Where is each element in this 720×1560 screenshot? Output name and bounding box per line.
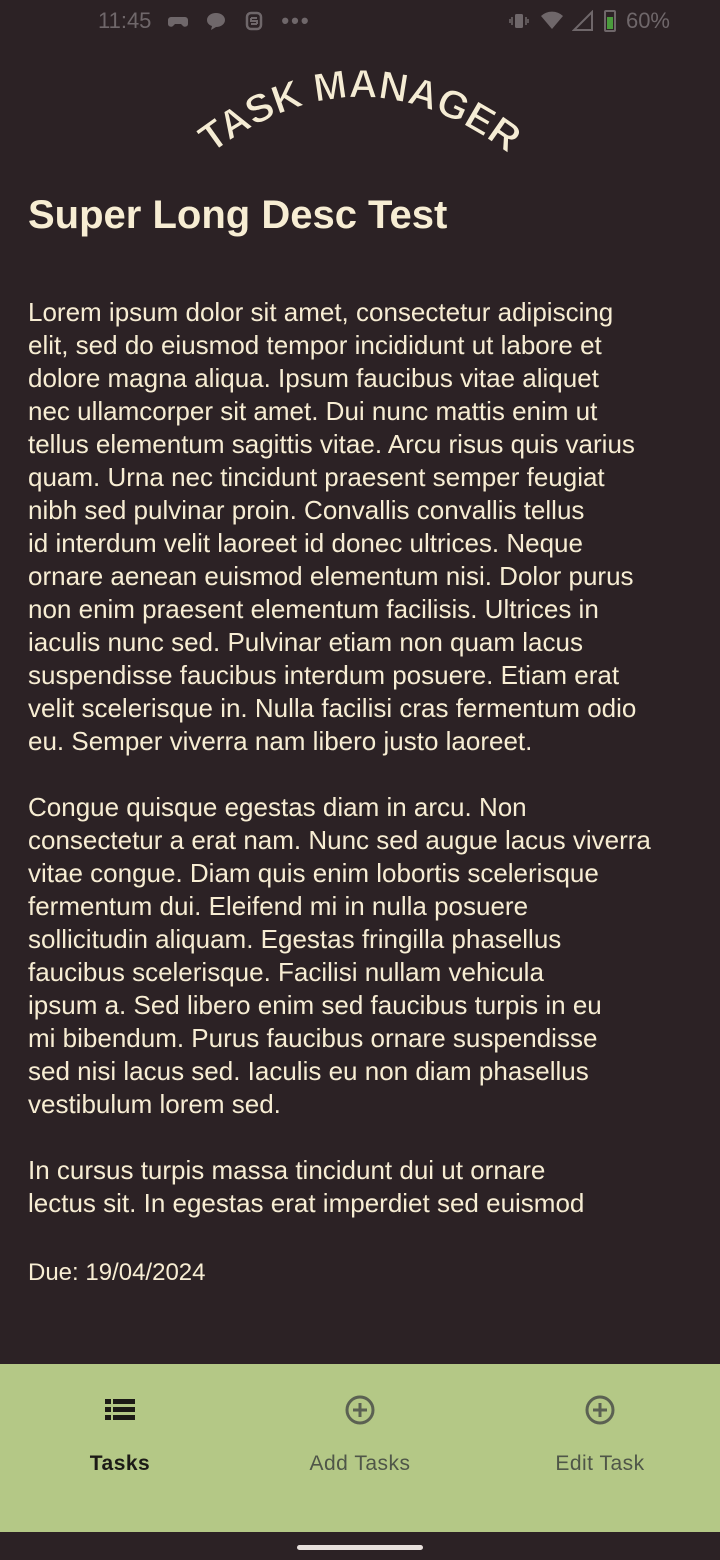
status-bar: 11:45 ••• 60% bbox=[0, 0, 720, 44]
description-paragraph: Lorem ipsum dolor sit amet, consectetur … bbox=[28, 297, 637, 756]
battery-percent: 60% bbox=[625, 8, 670, 33]
app-screen: 11:45 ••• 60% TASK MANAGER Super Long De… bbox=[0, 0, 720, 1560]
svg-text:TASK MANAGER: TASK MANAGER bbox=[191, 62, 529, 161]
status-bar-right: 60% bbox=[508, 8, 670, 34]
vibrate-icon bbox=[508, 10, 530, 32]
battery-icon bbox=[603, 10, 616, 32]
task-manager-logo: TASK MANAGER bbox=[190, 62, 529, 162]
gamepad-icon bbox=[167, 10, 189, 32]
add-circle-icon bbox=[345, 1395, 375, 1425]
nav-tasks[interactable]: Tasks bbox=[0, 1364, 240, 1532]
cell-signal-icon bbox=[571, 9, 594, 32]
nav-add-tasks[interactable]: Add Tasks bbox=[240, 1364, 480, 1532]
nav-add-tasks-label: Add Tasks bbox=[309, 1452, 411, 1475]
wifi-icon bbox=[540, 10, 563, 32]
nav-edit-task-label: Edit Task bbox=[555, 1452, 645, 1475]
list-icon bbox=[105, 1399, 135, 1420]
chat-bubble-icon bbox=[205, 10, 227, 32]
home-gesture-handle[interactable] bbox=[297, 1545, 423, 1550]
description-paragraph: Congue quisque egestas diam in arcu. Non… bbox=[28, 792, 651, 1119]
description-paragraph: In cursus turpis massa tincidunt dui ut … bbox=[28, 1155, 585, 1224]
due-date: Due: 19/04/2024 bbox=[28, 1259, 206, 1286]
task-description-scroll[interactable]: Lorem ipsum dolor sit amet, consectetur … bbox=[28, 296, 698, 1224]
status-bar-left: 11:45 ••• bbox=[98, 8, 311, 34]
task-title: Super Long Desc Test bbox=[28, 193, 448, 237]
status-time: 11:45 bbox=[98, 8, 152, 33]
nav-edit-task[interactable]: Edit Task bbox=[480, 1364, 720, 1532]
sync-s-icon bbox=[243, 10, 265, 32]
bottom-navigation: Tasks Add Tasks Edit Task bbox=[0, 1364, 720, 1532]
more-notifications-icon: ••• bbox=[281, 8, 311, 33]
add-circle-icon bbox=[585, 1395, 615, 1425]
nav-tasks-label: Tasks bbox=[89, 1452, 151, 1475]
gesture-nav-area bbox=[0, 1532, 720, 1560]
